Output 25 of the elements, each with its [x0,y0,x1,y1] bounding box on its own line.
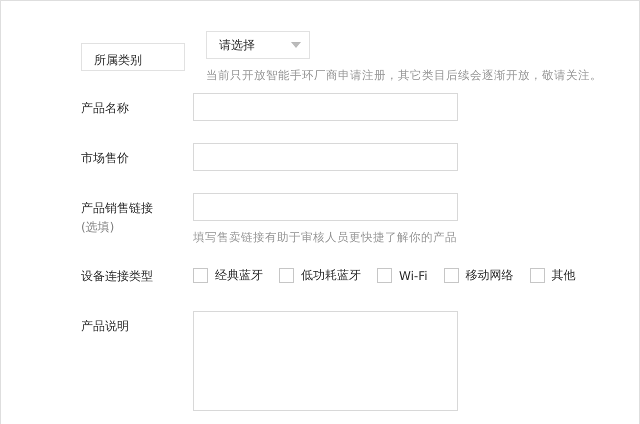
field-label: 市场售价 [81,150,130,167]
field-label: 设备连接类型 [81,268,154,285]
field-label: 产品销售链接 [81,200,154,217]
input-field[interactable] [193,193,458,221]
checkbox-label: 经典蓝牙 [215,267,263,284]
caret-icon [291,42,301,48]
input-field[interactable] [193,143,458,171]
checkbox-label: Wi-Fi [399,268,428,282]
optional-note: (选填) [81,219,116,236]
input-field[interactable] [193,93,458,121]
checkbox[interactable] [530,268,545,283]
checkbox[interactable] [444,268,459,283]
checkbox[interactable] [193,268,208,283]
description-field[interactable] [193,311,458,411]
checkbox[interactable] [279,268,294,283]
field-label: 所属类别 [94,52,143,69]
hint-text: 当前只开放智能手环厂商申请注册，其它类目后续会逐渐开放，敬请关注。 [206,68,602,83]
checkbox-label: 其他 [552,267,576,284]
checkbox-label: 低功耗蓝牙 [301,267,361,284]
category-dropdown[interactable]: 请选择 [206,31,310,59]
checkbox-label: 移动网络 [466,267,514,284]
field-label: 产品说明 [81,318,130,335]
hint-text: 填写售卖链接有助于审核人员更快捷了解你的产品 [193,230,458,245]
field-label: 产品名称 [81,100,130,117]
checkbox[interactable] [377,268,392,283]
